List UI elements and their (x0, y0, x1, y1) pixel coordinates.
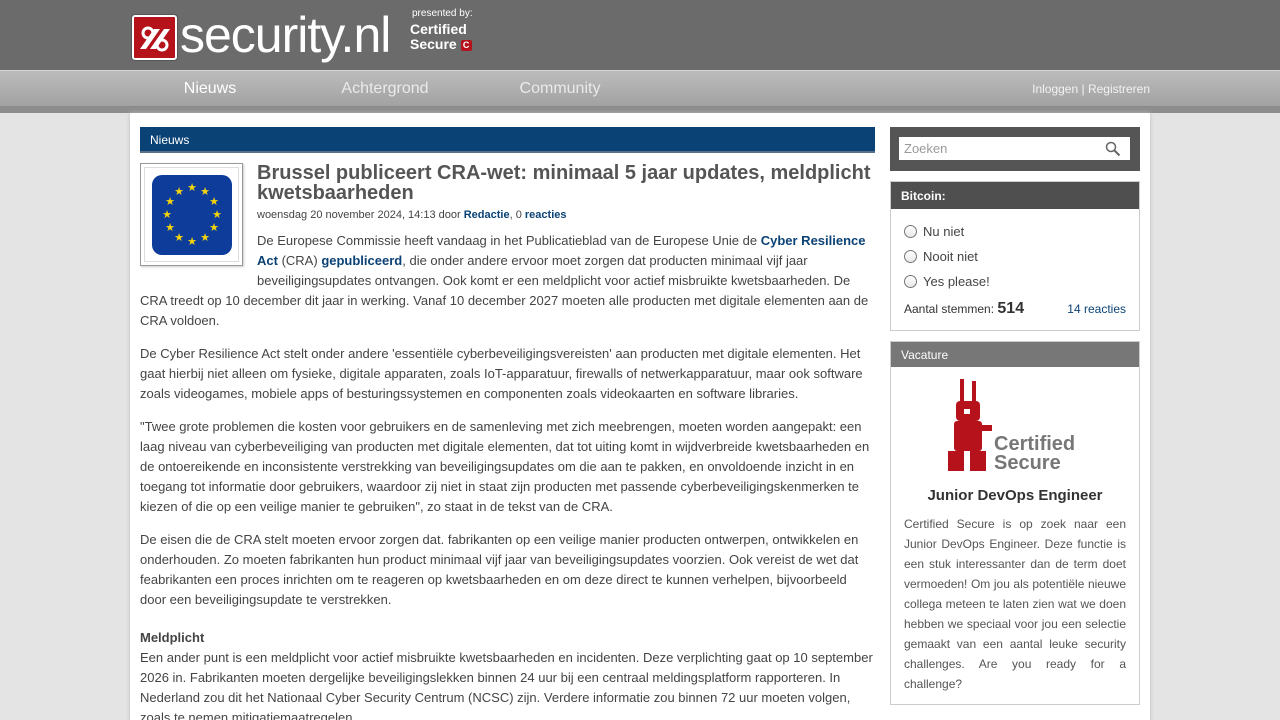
section-header: Nieuws (140, 127, 875, 153)
auth-separator: | (1081, 82, 1085, 96)
svg-text:★: ★ (212, 209, 222, 221)
sidebar: Zoeken Bitcoin: Nu niet Nooit niet Yes p… (890, 127, 1140, 705)
svg-text:★: ★ (200, 232, 210, 244)
article-paragraph: "Twee grote problemen die kosten voor ge… (140, 419, 870, 514)
vacancy-body[interactable]: Certified Secure Junior DevOps Engineer … (891, 367, 1139, 704)
intro-text-a: De Europese Commissie heeft vandaag in h… (257, 233, 758, 248)
vacancy-panel: Vacature Certified Secure Junior DevOps … (890, 341, 1140, 705)
article-date: woensdag 20 november 2024, 14:13 door (257, 209, 461, 221)
presented-by-label: presented by: (412, 8, 473, 19)
poll-reactions-link[interactable]: 14 reacties (1067, 302, 1126, 316)
reaction-count: 0 (515, 209, 522, 221)
search-input[interactable]: Zoeken (899, 137, 1130, 160)
intro-text-b: (CRA) (281, 253, 318, 268)
votes-count: 514 (997, 300, 1025, 317)
logo-text: security.nl (180, 7, 391, 63)
search-panel: Zoeken (890, 127, 1140, 171)
article-thumbnail[interactable]: ★ ★ ★ ★ ★ ★ ★ ★ ★ ★ ★ ★ (140, 163, 243, 266)
svg-text:★: ★ (187, 236, 197, 248)
radio-button[interactable] (904, 250, 917, 263)
page-container: Nieuws ★ ★ ★ ★ ★ ★ ★ ★ ★ ★ ★ ★ Brussel p… (130, 113, 1150, 720)
article-header: Brussel publiceert CRA-wet: minimaal 5 j… (257, 163, 875, 221)
poll-option-label: Nu niet (923, 224, 965, 239)
poll-body: Nu niet Nooit niet Yes please! Aantal st… (891, 209, 1139, 330)
author-link[interactable]: Redactie (464, 209, 510, 221)
article-body: De Europese Commissie heeft vandaag in h… (140, 231, 875, 720)
radio-button[interactable] (904, 225, 917, 238)
register-link[interactable]: Registreren (1088, 82, 1150, 96)
votes-label: Aantal stemmen: (904, 302, 995, 316)
svg-text:★: ★ (209, 222, 219, 234)
vacancy-description: Certified Secure is op zoek naar een Jun… (904, 517, 1126, 691)
article-column: Nieuws ★ ★ ★ ★ ★ ★ ★ ★ ★ ★ ★ ★ Brussel p… (140, 127, 875, 720)
article-paragraph: De eisen die de CRA stelt moeten ervoor … (140, 532, 859, 607)
login-link[interactable]: Inloggen (1032, 82, 1078, 96)
poll-footer: Aantal stemmen: 514 14 reacties (904, 300, 1126, 318)
nav-item-community[interactable]: Community (485, 80, 635, 98)
eu-flag-icon: ★ ★ ★ ★ ★ ★ ★ ★ ★ ★ ★ ★ (151, 174, 232, 255)
partner-mark-icon: C (460, 39, 472, 51)
auth-links: Inloggen | Registreren (1032, 82, 1150, 96)
poll-panel: Bitcoin: Nu niet Nooit niet Yes please! … (890, 181, 1140, 331)
partner-logo[interactable]: Certified Secure C (410, 22, 472, 52)
nav-item-achtergrond[interactable]: Achtergrond (310, 80, 460, 98)
security-logo-icon (132, 15, 177, 60)
poll-option[interactable]: Nu niet (904, 219, 1126, 244)
vacancy-heading: Vacature (891, 342, 1139, 367)
search-icon[interactable] (1105, 141, 1121, 160)
radio-button[interactable] (904, 275, 917, 288)
poll-option[interactable]: Yes please! (904, 269, 1126, 294)
vacancy-title[interactable]: Junior DevOps Engineer (904, 487, 1126, 504)
site-header: security.nl presented by: Certified Secu… (0, 0, 1280, 70)
partner-name-line1: Certified (410, 21, 467, 37)
poll-option-label: Nooit niet (923, 249, 978, 264)
partner-name-line2: Secure (410, 36, 457, 52)
article-title: Brussel publiceert CRA-wet: minimaal 5 j… (257, 162, 871, 204)
search-placeholder: Zoeken (904, 141, 948, 156)
site-logo[interactable]: security.nl presented by: Certified Secu… (132, 7, 477, 66)
certified-secure-logo[interactable]: Certified Secure (940, 377, 1090, 477)
svg-text:★: ★ (209, 196, 219, 208)
main-nav: Nieuws Achtergrond Community Inloggen | … (0, 70, 1280, 107)
svg-text:★: ★ (187, 182, 197, 194)
svg-text:★: ★ (162, 209, 172, 221)
svg-text:★: ★ (174, 186, 184, 198)
article-paragraph: De Cyber Resilience Act stelt onder ande… (140, 346, 863, 401)
reactions-link[interactable]: reacties (525, 209, 567, 221)
nav-item-nieuws[interactable]: Nieuws (135, 80, 285, 98)
article-paragraph: Een ander punt is een meldplicht voor ac… (140, 650, 873, 720)
poll-option-label: Yes please! (923, 274, 990, 289)
meta-separator: , (509, 209, 513, 221)
svg-text:★: ★ (174, 232, 184, 244)
article-meta: woensdag 20 november 2024, 14:13 door Re… (257, 209, 875, 221)
vacancy-logo-line2: Secure (994, 452, 1061, 474)
rabbit-mascot-icon (948, 379, 992, 471)
poll-title: Bitcoin: (891, 182, 1139, 209)
poll-option[interactable]: Nooit niet (904, 244, 1126, 269)
article-subheading: Meldplicht (140, 630, 205, 645)
published-link[interactable]: gepubliceerd (321, 253, 402, 268)
svg-text:★: ★ (165, 222, 175, 234)
